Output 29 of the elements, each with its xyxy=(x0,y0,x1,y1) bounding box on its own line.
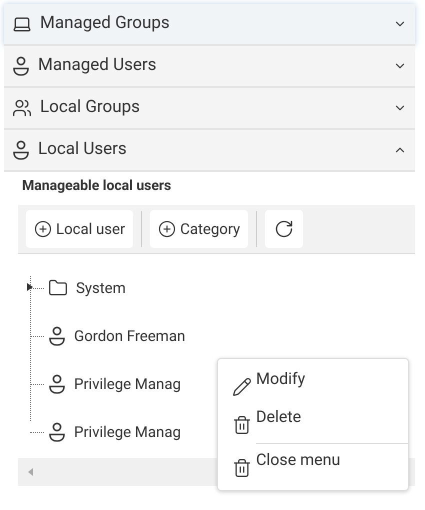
user-icon xyxy=(12,56,30,76)
accordion-header[interactable]: Managed Users xyxy=(4,46,415,88)
accordion-header[interactable]: Local Groups xyxy=(4,88,415,130)
user-icon xyxy=(12,140,30,160)
folder-icon xyxy=(48,278,68,298)
plus-icon xyxy=(34,220,52,238)
collapsed-arrow-icon[interactable] xyxy=(27,283,33,291)
add-button[interactable]: Category xyxy=(150,210,248,248)
users-icon xyxy=(12,98,32,118)
tree-item[interactable]: Privilege Manag xyxy=(74,420,181,444)
panel-heading: Manageable local users xyxy=(21,177,172,196)
menu-item[interactable]: Delete xyxy=(218,403,408,441)
pencil-icon xyxy=(232,377,252,397)
plus-icon xyxy=(158,220,176,238)
tree-item[interactable]: Privilege Manag xyxy=(74,372,181,396)
refresh-icon xyxy=(274,219,294,239)
accordion-header[interactable]: Managed Groups xyxy=(4,4,415,46)
tree-item[interactable]: System xyxy=(76,276,126,300)
trash-icon xyxy=(232,458,252,478)
user-icon xyxy=(48,422,66,442)
user-icon xyxy=(48,374,66,394)
menu-item[interactable]: Modify xyxy=(218,365,408,403)
user-icon xyxy=(48,326,66,346)
trash-icon xyxy=(232,415,252,435)
accordion-header[interactable]: Local Users xyxy=(4,130,415,172)
tree-item[interactable]: Gordon Freeman xyxy=(74,324,186,348)
add-button[interactable]: Local user xyxy=(26,210,134,248)
menu-item[interactable]: Close menu xyxy=(218,446,408,484)
refresh-button[interactable] xyxy=(265,210,304,248)
